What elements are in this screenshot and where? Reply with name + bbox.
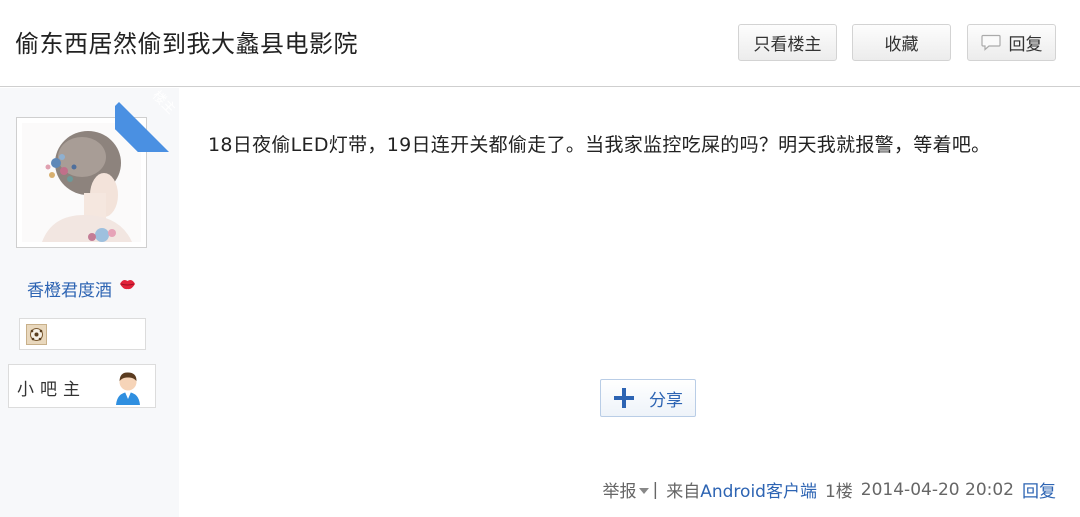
meta-separator: | [652,479,659,500]
post-timestamp: 2014-04-20 20:02 [860,479,1014,500]
medal-box [19,318,146,350]
only-op-label: 只看楼主 [753,35,822,55]
op-ribbon: 楼主 [115,88,179,152]
from-prefix: 来自 [666,482,701,502]
chevron-down-icon[interactable] [638,487,649,494]
floor-number: 1楼 [824,482,853,502]
medal-icon[interactable] [26,324,47,345]
only-op-button[interactable]: 只看楼主 [738,24,837,61]
report-link[interactable]: 举报 [603,477,637,502]
thread-header: 偷东西居然偷到我大蠡县电影院 只看楼主 收藏 回复 [0,0,1080,87]
client-link[interactable]: Android客户端 [700,477,817,502]
post-content: 18日夜偷LED灯带，19日连开关都偷走了。当我家监控吃屎的吗？明天我就报警，等… [208,134,991,156]
reply-label: 回复 [1008,35,1043,55]
plus-icon [614,388,634,408]
share-label: 分享 [649,390,683,411]
author-name[interactable]: 香橙君度酒 [27,276,112,301]
rank-box: 小吧主 [8,364,156,408]
reply-button[interactable]: 回复 [967,24,1056,61]
author-sidebar: 香橙君度酒 小吧主 [0,88,179,517]
collect-button[interactable]: 收藏 [852,24,951,61]
admin-user-icon [116,372,140,405]
share-button[interactable]: 分享 [600,379,696,417]
collect-label: 收藏 [884,35,919,55]
op-badge: 楼主 [149,88,179,118]
reply-link[interactable]: 回复 [1022,477,1056,502]
speech-bubble-icon [980,34,1001,51]
lips-icon [120,280,135,290]
thread-title: 偷东西居然偷到我大蠡县电影院 [15,30,358,58]
rank-label: 小吧主 [17,380,86,400]
post-meta: 举报 | 来自 Android客户端 1楼 2014-04-20 20:02 回… [603,477,1057,503]
